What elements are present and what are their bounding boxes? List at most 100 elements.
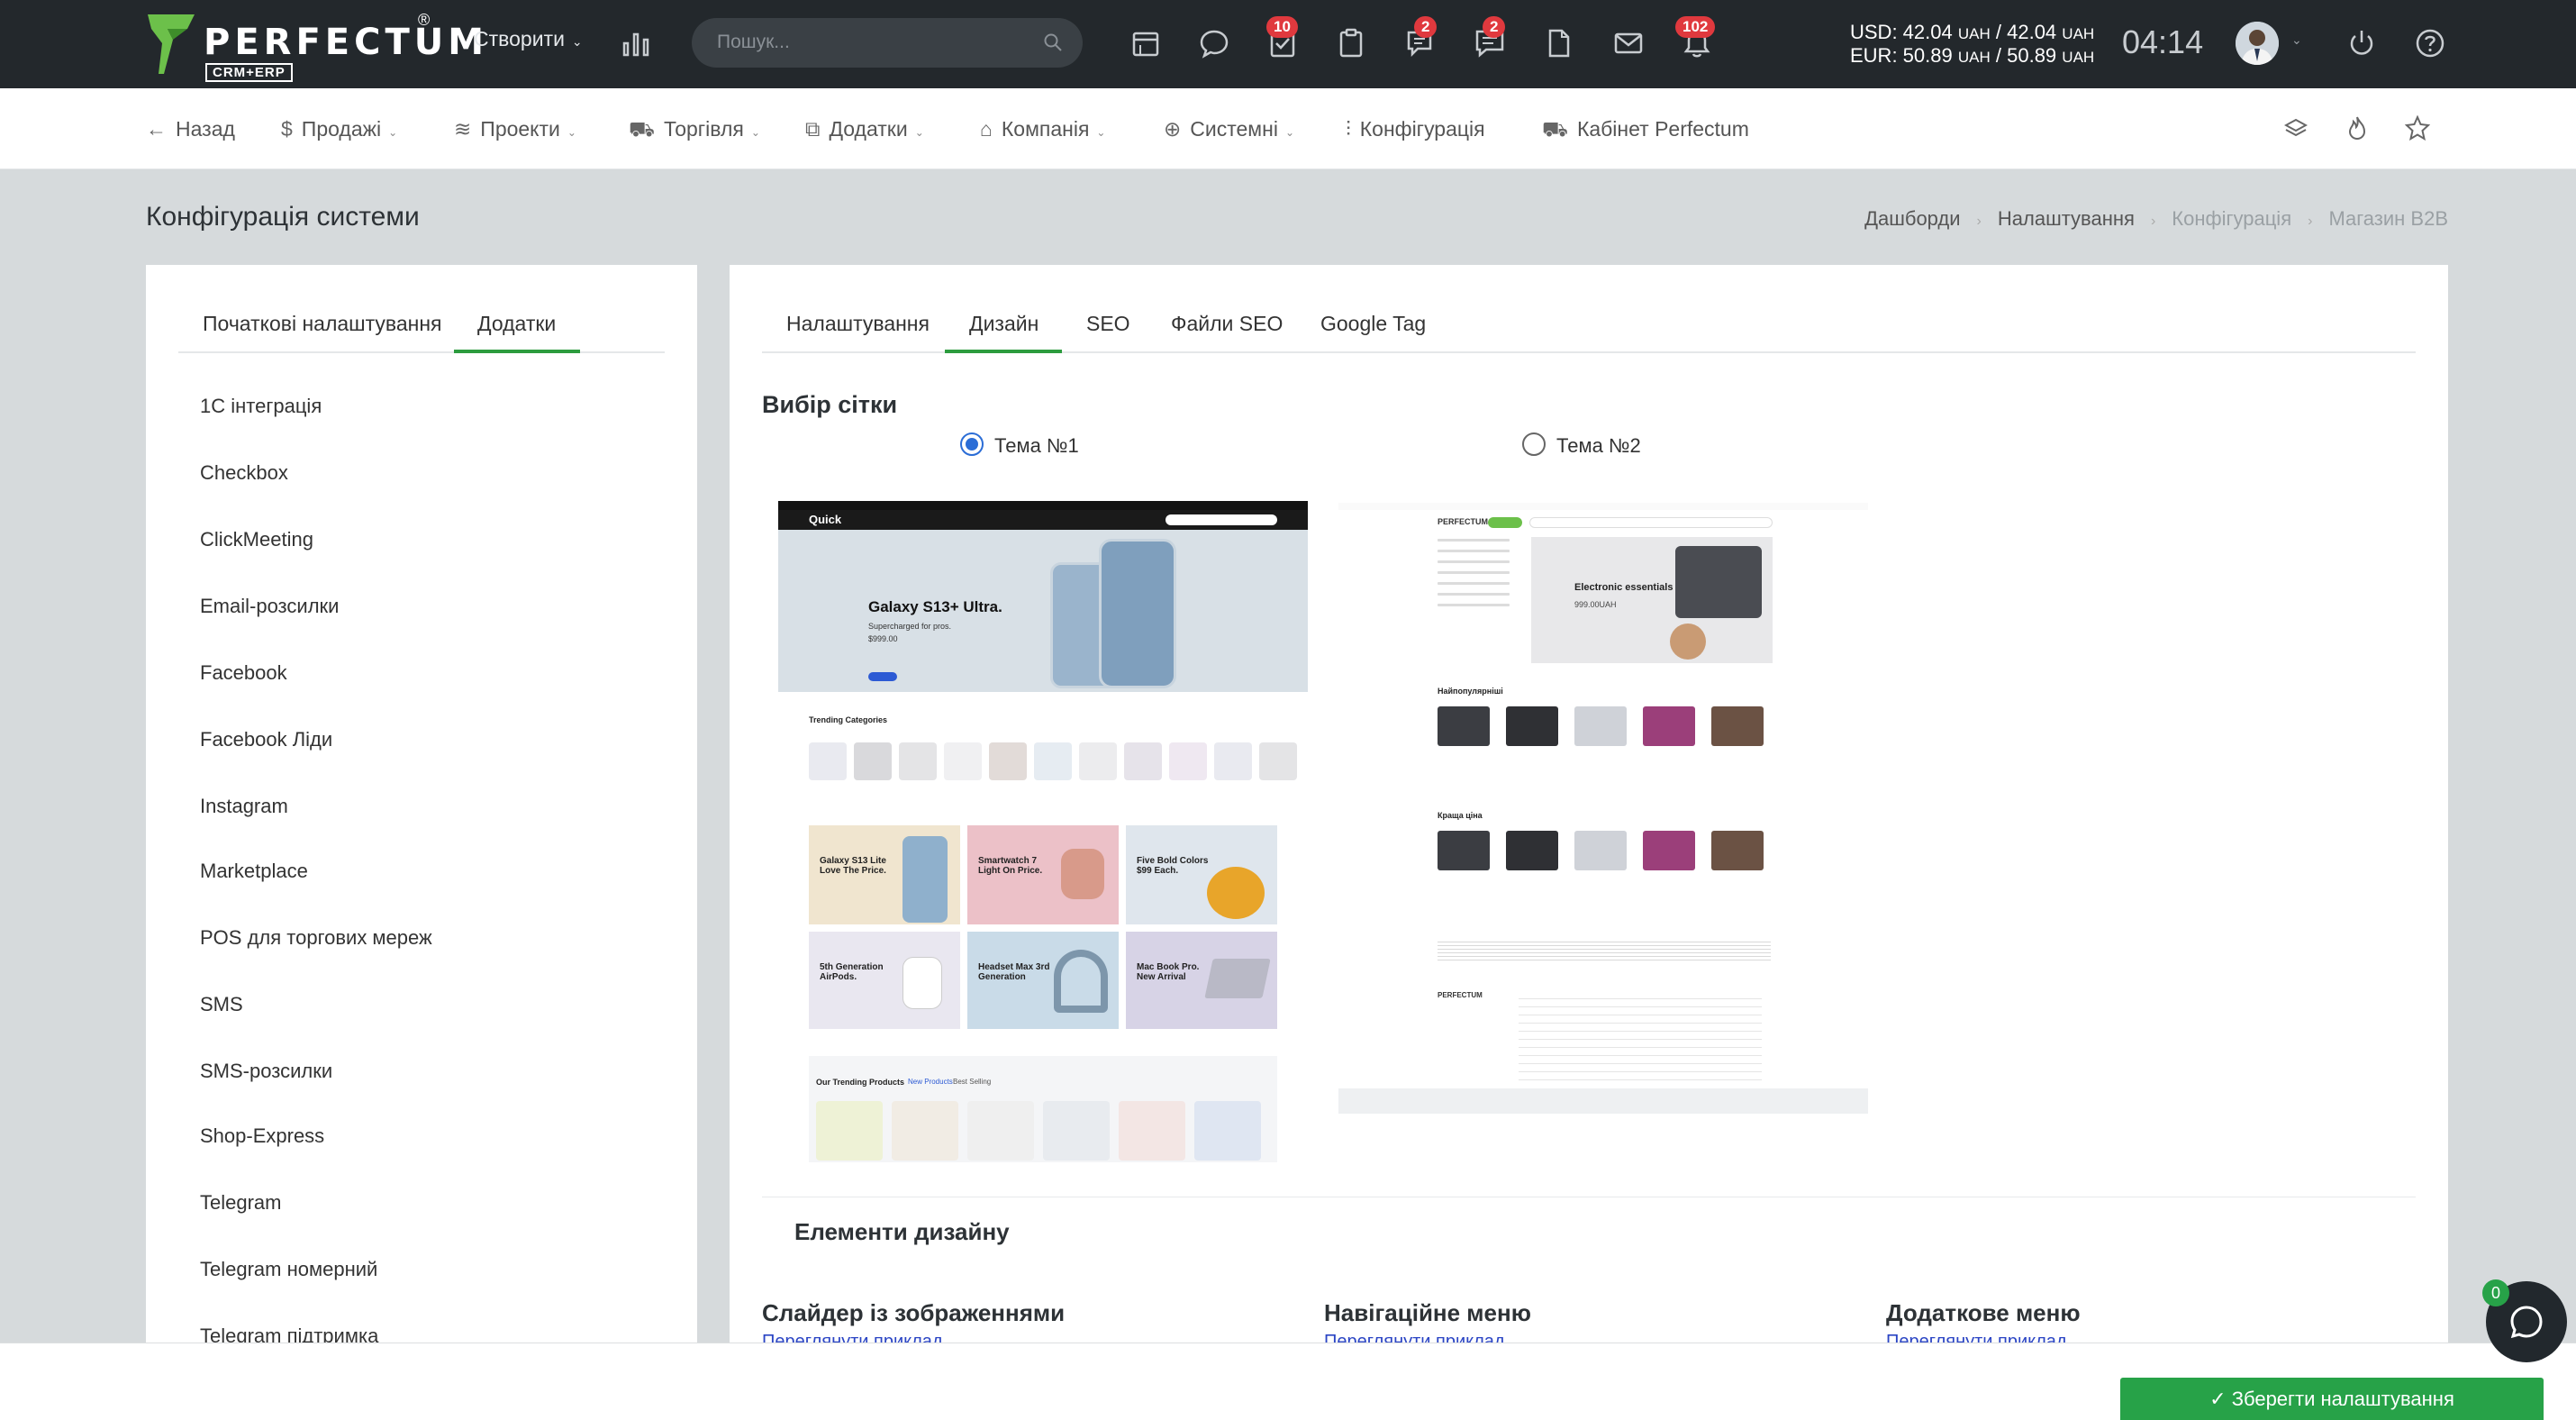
save-button[interactable]: ✓ Зберегти налаштування — [2120, 1378, 2544, 1420]
logo-registered: ® — [418, 11, 431, 29]
chat-widget-badge: 0 — [2482, 1279, 2509, 1306]
usd-rate: USD: 42.04 UAH / 42.04 UAH — [1850, 21, 2095, 43]
breadcrumb-item[interactable]: Конфігурація — [2172, 207, 2291, 230]
eur-rate: EUR: 50.89 UAH / 50.89 UAH — [1850, 44, 2095, 67]
document-icon[interactable] — [1542, 27, 1574, 59]
power-icon[interactable] — [2345, 27, 2378, 59]
sidebar-item-sms[interactable]: SMS — [200, 993, 243, 1016]
chevron-down-icon: ⌄ — [750, 126, 760, 139]
chevron-down-icon[interactable]: ⌄ — [2291, 32, 2302, 48]
copy-icon: ⧉ — [805, 117, 821, 141]
preview-catalog-button — [1488, 517, 1522, 528]
page-title: Конфігурація системи — [146, 202, 420, 232]
sidebar-item-sms-mailing[interactable]: SMS-розсилки — [200, 1060, 332, 1083]
sidebar-item-pos[interactable]: POS для торгових мереж — [200, 926, 432, 950]
preview-text-block — [1438, 939, 1771, 960]
headphones-image-icon — [1670, 624, 1706, 660]
sidebar-item-facebook-leads[interactable]: Facebook Ліди — [200, 728, 332, 751]
cart-icon: ⛟ — [1542, 117, 1568, 141]
top-bar: PERFECTUM ® CRM+ERP Створити ⌄ 10 — [0, 0, 2576, 88]
sidebar-item-shop-express[interactable]: Shop-Express — [200, 1124, 324, 1148]
avatar[interactable] — [2236, 22, 2279, 65]
product-thumb — [1711, 831, 1764, 870]
arrow-left-icon: ← — [146, 117, 167, 141]
tasks-button[interactable]: 10 — [1266, 16, 1299, 59]
building-icon: ⌂ — [980, 117, 993, 141]
theme2-radio[interactable]: Тема №2 — [1522, 432, 1641, 459]
theme1-preview[interactable]: Quick Galaxy S13+ Ultra. Supercharged fo… — [778, 501, 1308, 1162]
sidebar-item-telegram[interactable]: Telegram — [200, 1191, 281, 1215]
sidebar-item-instagram[interactable]: Instagram — [200, 795, 288, 818]
preview-hero-title: Galaxy S13+ Ultra. — [868, 598, 1002, 615]
preview-topstrip — [1338, 503, 1868, 510]
tab-initial-settings[interactable]: Початкові налаштування — [203, 312, 442, 336]
cart-icon: ⛟ — [629, 117, 655, 141]
sidebar-item-telegram-number[interactable]: Telegram номерний — [200, 1258, 377, 1281]
menu-line — [1438, 604, 1510, 606]
nav-addons[interactable]: ⧉ Додатки ⌄ — [805, 117, 924, 141]
nav-company[interactable]: ⌂ Компанія ⌄ — [980, 117, 1105, 141]
search-input[interactable] — [717, 29, 1041, 56]
nav-trade[interactable]: ⛟ Торгівля ⌄ — [629, 117, 760, 144]
theme2-preview[interactable]: PERFECTUM Electronic essentials 999.00UA… — [1338, 501, 1868, 1114]
chat-bubble-icon[interactable] — [1198, 27, 1230, 59]
preview-brand: Quick — [809, 513, 842, 526]
tab-divider — [178, 351, 665, 353]
messages-button[interactable]: 2 — [1474, 16, 1506, 59]
bar-chart-icon[interactable] — [621, 29, 650, 58]
preview-search — [1529, 517, 1773, 528]
sidebar-item-1c[interactable]: 1C інтеграція — [200, 395, 322, 418]
config-panel: Налаштування Дизайн SEO Файли SEO Google… — [730, 265, 2448, 1420]
search-icon[interactable] — [1043, 32, 1063, 52]
clipboard-icon[interactable] — [1335, 27, 1367, 59]
nav-config[interactable]: ⫶ Конфігурація — [1346, 117, 1485, 141]
calendar-icon[interactable] — [1129, 27, 1162, 59]
chevron-down-icon: ⌄ — [1284, 126, 1294, 139]
menu-line — [1438, 560, 1510, 563]
tab-settings[interactable]: Налаштування — [786, 312, 930, 336]
mail-icon[interactable] — [1612, 27, 1645, 59]
create-dropdown[interactable]: Створити ⌄ — [474, 27, 583, 51]
tab-design[interactable]: Дизайн — [969, 312, 1039, 336]
tasks-badge: 10 — [1266, 16, 1298, 38]
grid-section-title: Вибір сітки — [762, 391, 898, 418]
preview-header: Quick — [778, 510, 1308, 530]
tab-google-tag[interactable]: Google Tag — [1320, 312, 1426, 336]
category-thumb — [1079, 742, 1117, 780]
sidebar-item-clickmeeting[interactable]: ClickMeeting — [200, 528, 313, 551]
help-icon[interactable] — [2414, 27, 2446, 59]
nav-back[interactable]: ← Назад — [146, 117, 235, 141]
layers-icon[interactable] — [2284, 117, 2308, 141]
category-thumb — [1259, 742, 1297, 780]
sidebar-item-email[interactable]: Email-розсилки — [200, 595, 339, 618]
chat-bubble-icon — [2510, 1306, 2543, 1339]
star-icon[interactable] — [2405, 115, 2430, 141]
sliders-icon: ⫶ — [1346, 117, 1351, 141]
fire-icon[interactable] — [2345, 115, 2369, 141]
product-thumb — [1643, 831, 1695, 870]
nav-projects[interactable]: ≋ Проекти ⌄ — [454, 117, 576, 141]
chevron-down-icon: ⌄ — [914, 126, 924, 139]
tab-seo-files[interactable]: Файли SEO — [1171, 312, 1283, 336]
chevron-down-icon: ⌄ — [1096, 126, 1106, 139]
product-thumb — [1438, 831, 1490, 870]
theme1-radio[interactable]: Тема №1 — [960, 432, 1079, 459]
breadcrumb-item[interactable]: Дашборди — [1864, 207, 1960, 230]
breadcrumb-item[interactable]: Налаштування — [1998, 207, 2135, 230]
tab-seo[interactable]: SEO — [1086, 312, 1130, 336]
chevron-down-icon: ⌄ — [571, 34, 583, 49]
notifications-button[interactable]: 102 — [1675, 16, 1716, 59]
sidebar-item-checkbox[interactable]: Checkbox — [200, 461, 288, 485]
perfectum-logo[interactable]: PERFECTUM ® CRM+ERP — [146, 11, 484, 82]
tab-addons[interactable]: Додатки — [477, 312, 556, 336]
sidebar-item-facebook[interactable]: Facebook — [200, 661, 287, 685]
user-photo-icon — [2236, 22, 2279, 65]
sidebar-item-marketplace[interactable]: Marketplace — [200, 860, 308, 883]
watch-image-icon — [1061, 849, 1104, 899]
chat-button[interactable]: 2 — [1405, 16, 1438, 59]
nav-cabinet[interactable]: ⛟ Кабінет Perfectum — [1542, 117, 1749, 144]
nav-system[interactable]: ⊕ Системні ⌄ — [1164, 117, 1294, 141]
notifications-badge: 102 — [1675, 16, 1716, 38]
nav-sales[interactable]: $ Продажі ⌄ — [281, 117, 397, 141]
search-box[interactable] — [692, 18, 1083, 68]
